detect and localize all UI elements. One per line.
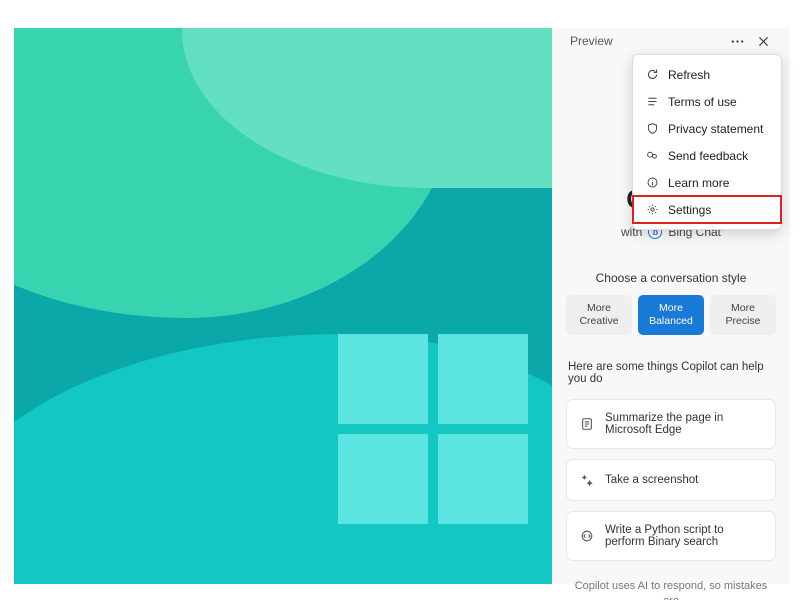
style-creative-button[interactable]: More Creative [566,295,632,335]
refresh-icon [645,67,660,82]
suggestion-list: Summarize the page in Microsoft Edge Tak… [566,399,776,561]
suggestion-text: Take a screenshot [605,474,698,486]
disclaimer-text: Copilot uses AI to respond, so mistakes … [566,579,776,600]
suggestion-card[interactable]: Summarize the page in Microsoft Edge [566,399,776,449]
windows-logo [338,334,528,524]
shield-icon [645,121,660,136]
menu-item-label: Settings [668,203,711,217]
desktop-wallpaper [14,28,552,584]
panel-header: Preview [566,28,776,54]
menu-item-label: Terms of use [668,95,737,109]
intro-text: Here are some things Copilot can help yo… [566,361,776,385]
menu-item-label: Privacy statement [668,122,763,136]
close-button[interactable] [750,28,776,54]
menu-item-settings[interactable]: Settings [633,196,781,223]
menu-item-learn-more[interactable]: Learn more [633,169,781,196]
more-options-button[interactable] [724,28,750,54]
code-icon [579,528,595,544]
style-precise-button[interactable]: More Precise [710,295,776,335]
suggestion-text: Write a Python script to perform Binary … [605,524,763,548]
info-icon [645,175,660,190]
terms-icon [645,94,660,109]
copilot-panel: Preview Copilot with b Bing Chat Choose … [552,28,790,584]
menu-item-label: Send feedback [668,149,748,163]
style-heading: Choose a conversation style [566,271,776,285]
feedback-icon [645,148,660,163]
document-icon [579,416,595,432]
screen: Preview Copilot with b Bing Chat Choose … [0,0,800,600]
style-selector: More Creative More Balanced More Precise [566,295,776,335]
suggestion-text: Summarize the page in Microsoft Edge [605,412,763,436]
menu-item-privacy[interactable]: Privacy statement [633,115,781,142]
menu-item-refresh[interactable]: Refresh [633,61,781,88]
menu-item-label: Learn more [668,176,729,190]
menu-item-label: Refresh [668,68,710,82]
style-balanced-button[interactable]: More Balanced [638,295,704,335]
app-window: Preview Copilot with b Bing Chat Choose … [14,28,790,584]
sparkle-icon [579,472,595,488]
panel-header-label: Preview [570,34,613,48]
more-options-menu: Refresh Terms of use Privacy statement [632,54,782,230]
menu-item-feedback[interactable]: Send feedback [633,142,781,169]
gear-icon [645,202,660,217]
suggestion-card[interactable]: Take a screenshot [566,459,776,501]
menu-item-terms[interactable]: Terms of use [633,88,781,115]
suggestion-card[interactable]: Write a Python script to perform Binary … [566,511,776,561]
